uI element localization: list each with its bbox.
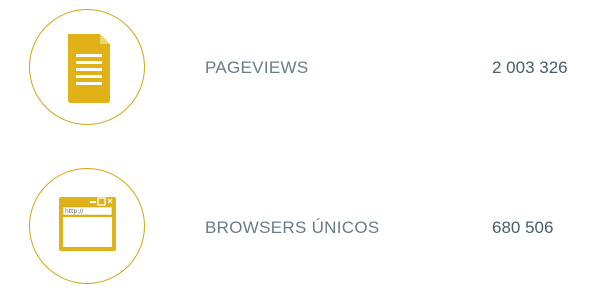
browser-url-text: http:// xyxy=(65,208,84,215)
browser-window-icon: http:// xyxy=(59,197,116,251)
browsers-icon-circle: http:// xyxy=(29,168,145,284)
stat-row-pageviews: PAGEVIEWS 2 003 326 xyxy=(0,9,613,129)
pageviews-value: 2 003 326 xyxy=(492,58,568,77)
pageviews-icon-circle xyxy=(29,9,145,125)
minimize-icon xyxy=(90,201,96,203)
pageviews-label: PAGEVIEWS xyxy=(205,58,309,77)
browsers-value: 680 506 xyxy=(492,218,554,237)
stat-row-browsers: http:// BROWSERS ÚNICOS 680 506 xyxy=(0,168,613,288)
document-icon xyxy=(68,34,110,103)
browsers-label: BROWSERS ÚNICOS xyxy=(205,218,380,237)
